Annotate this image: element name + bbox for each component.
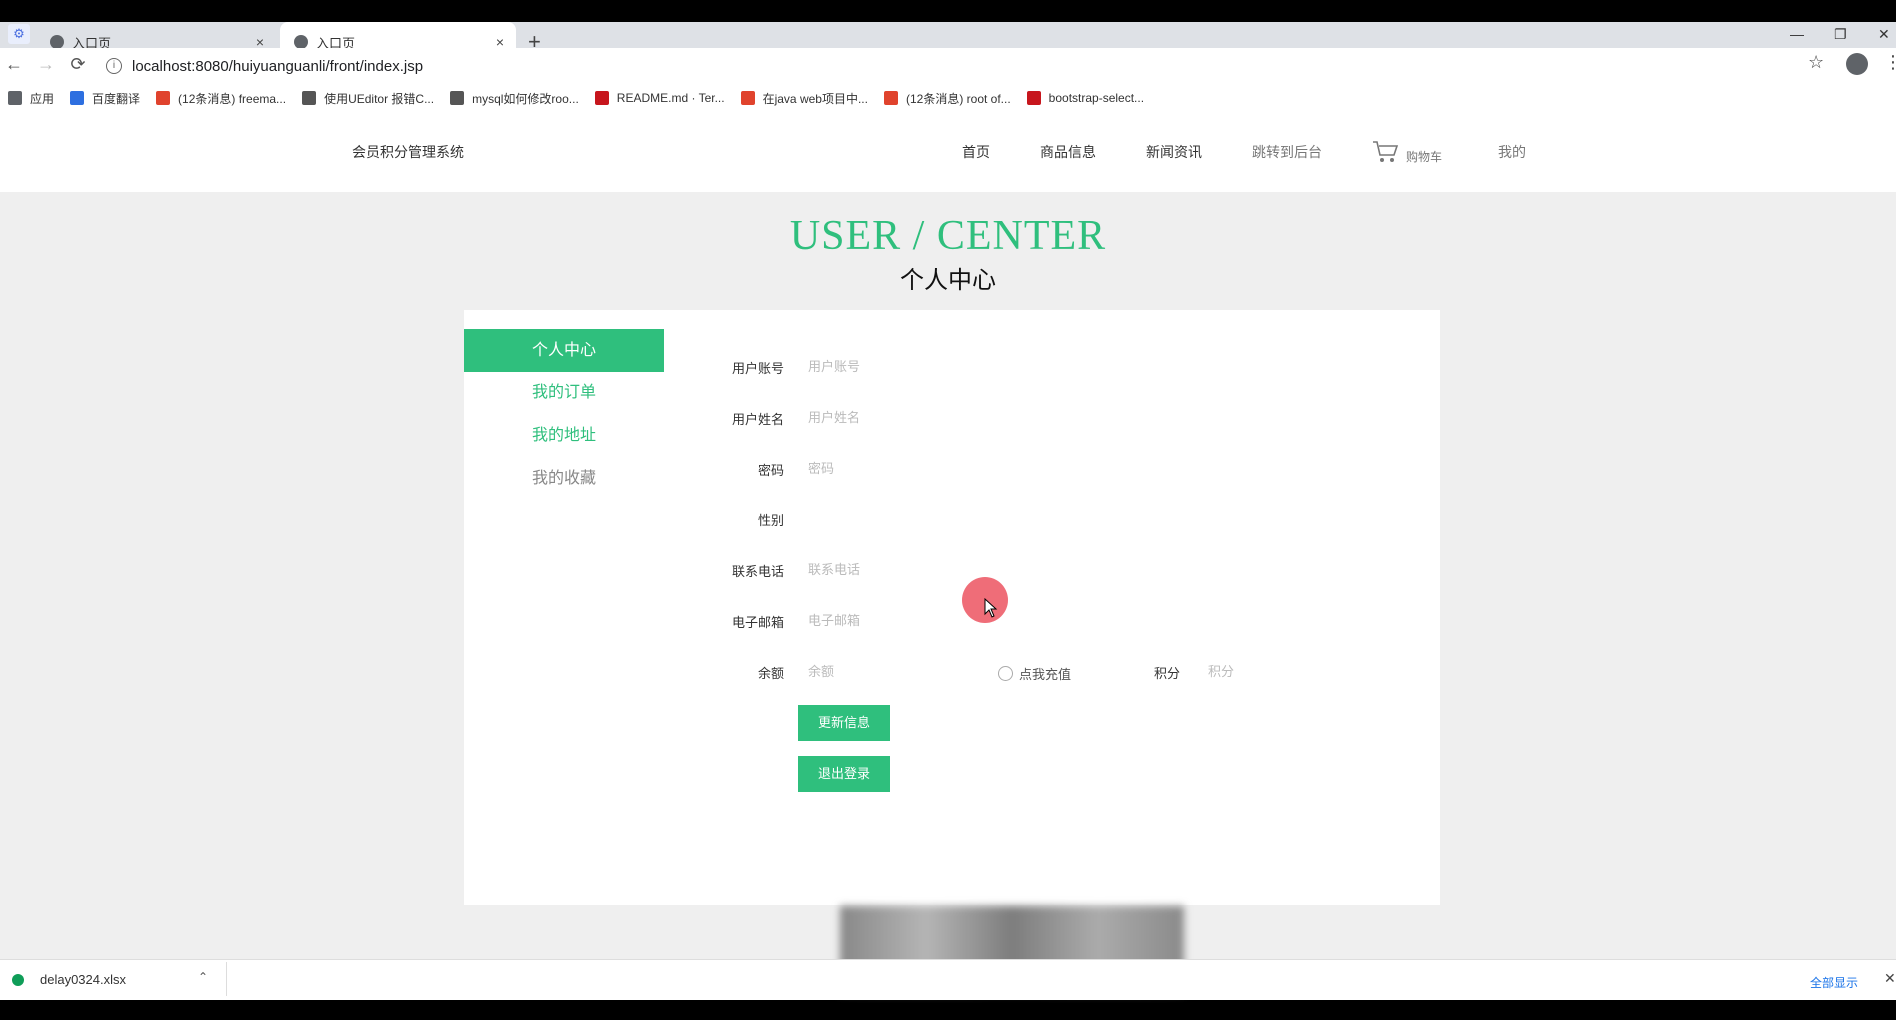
download-filename[interactable]: delay0324.xlsx (40, 972, 126, 987)
bookmark-favicon-icon (156, 91, 171, 105)
bookmarks-bar: 应用 百度翻译 (12条消息) freema... 使用UEditor 报错C... m… (0, 84, 1896, 112)
bookmark-item[interactable]: bootstrap-select... (1026, 91, 1145, 105)
phone-label: 联系电话 (731, 564, 784, 579)
bookmark-favicon-icon (740, 91, 755, 105)
points-input[interactable] (1208, 659, 1328, 683)
balance-input[interactable] (808, 659, 968, 683)
globe-icon (50, 35, 64, 49)
info-icon[interactable]: i (106, 58, 122, 74)
bookmark-item[interactable]: (12条消息) freema... (156, 90, 286, 107)
reload-button[interactable]: ⟳ (66, 52, 90, 76)
nav-cart[interactable]: 购物车 (1406, 148, 1442, 165)
bookmark-label: 应用 (30, 91, 55, 106)
phone-input[interactable] (808, 557, 988, 581)
apps-grid-icon (8, 91, 22, 105)
sidebar-item-profile[interactable]: 个人中心 (464, 329, 664, 372)
bookmark-star-icon[interactable]: ☆ (1808, 52, 1824, 73)
nav-news[interactable]: 新闻资讯 (1146, 142, 1202, 162)
minimize-button[interactable]: — (1790, 22, 1804, 46)
bookmark-apps[interactable]: 应用 (8, 90, 54, 107)
browser-menu-icon[interactable]: ⋮ (1884, 52, 1896, 73)
profile-avatar-icon[interactable] (1846, 53, 1868, 75)
name-label: 用户姓名 (731, 412, 784, 427)
cursor-pointer-icon (984, 598, 998, 618)
bookmark-item[interactable]: (12条消息) root of... (883, 90, 1011, 107)
update-info-button[interactable]: 更新信息 (798, 705, 890, 741)
cart-icon[interactable] (1372, 140, 1400, 164)
globe-icon (294, 35, 308, 49)
bookmark-label: (12条消息) root of... (905, 91, 1011, 106)
bookmark-label: README.md · Ter... (616, 91, 725, 105)
gender-select[interactable] (808, 506, 988, 530)
site-header (0, 112, 1896, 192)
recharge-icon (998, 666, 1013, 681)
logout-button[interactable]: 退出登录 (798, 756, 890, 792)
bookmark-favicon-icon (594, 91, 609, 105)
points-label: 积分 (1154, 666, 1181, 681)
hero-title-en: USER / CENTER (789, 213, 1107, 259)
sidebar-item-favorites[interactable]: 我的收藏 (464, 457, 664, 500)
nav-home[interactable]: 首页 (962, 142, 990, 162)
bookmark-label: 使用UEditor 报错C... (324, 91, 435, 106)
balance-label: 余额 (757, 666, 784, 681)
bookmark-item[interactable]: 使用UEditor 报错C... (302, 90, 434, 107)
bookmark-label: (12条消息) freema... (178, 91, 287, 106)
bookmark-label: 百度翻译 (92, 91, 141, 106)
bookmark-favicon-icon (70, 91, 85, 105)
bookmark-label: 在java web项目中... (762, 91, 868, 106)
spreadsheet-file-icon (12, 974, 24, 986)
username-label: 用户账号 (731, 361, 784, 376)
bookmark-label: mysql如何修改roo... (472, 91, 579, 106)
bookmark-favicon-icon (883, 91, 898, 105)
window-close-button[interactable]: ✕ (1878, 22, 1890, 46)
site-brand[interactable]: 会员积分管理系统 (352, 142, 464, 162)
gender-label: 性别 (757, 513, 784, 528)
password-input[interactable] (808, 456, 988, 480)
email-input[interactable] (808, 608, 988, 632)
url-text[interactable]: localhost:8080/huiyuanguanli/front/index… (132, 58, 423, 75)
bookmark-item[interactable]: mysql如何修改roo... (450, 90, 579, 107)
bookmark-label: bootstrap-select... (1048, 91, 1145, 105)
sidebar-item-orders[interactable]: 我的订单 (464, 371, 664, 414)
bookmark-item[interactable]: 百度翻译 (70, 90, 140, 107)
bookmark-favicon-icon (302, 91, 317, 105)
sidebar-item-address[interactable]: 我的地址 (464, 414, 664, 457)
bookmark-favicon-icon (1026, 91, 1041, 105)
browser-app-icon[interactable]: ⚙ (8, 24, 30, 44)
bookmark-favicon-icon (450, 91, 465, 105)
bookmark-item[interactable]: 在java web项目中... (740, 90, 868, 107)
nav-products[interactable]: 商品信息 (1040, 142, 1096, 162)
close-download-bar-icon[interactable]: ✕ (1884, 970, 1896, 987)
chevron-up-icon[interactable]: ⌃ (198, 970, 208, 984)
download-bar (0, 959, 1896, 1000)
hero-title-zh: 个人中心 (900, 267, 996, 294)
recharge-label: 点我充值 (1019, 667, 1072, 682)
back-button[interactable]: ← (2, 52, 26, 76)
address-bar[interactable]: i localhost:8080/huiyuanguanli/front/ind… (106, 52, 1796, 80)
name-input[interactable] (808, 405, 988, 429)
username-input[interactable] (808, 354, 988, 378)
show-all-downloads-link[interactable]: 全部显示 (1810, 974, 1858, 991)
nav-mine[interactable]: 我的 (1498, 142, 1526, 162)
recharge-link[interactable]: 点我充值 (998, 664, 1071, 683)
email-label: 电子邮箱 (731, 615, 784, 630)
nav-admin[interactable]: 跳转到后台 (1252, 142, 1322, 162)
download-divider (226, 962, 227, 996)
restore-button[interactable]: ❐ (1834, 22, 1847, 46)
bookmark-item[interactable]: README.md · Ter... (594, 91, 725, 105)
forward-button[interactable]: → (34, 52, 58, 76)
password-label: 密码 (757, 463, 784, 478)
